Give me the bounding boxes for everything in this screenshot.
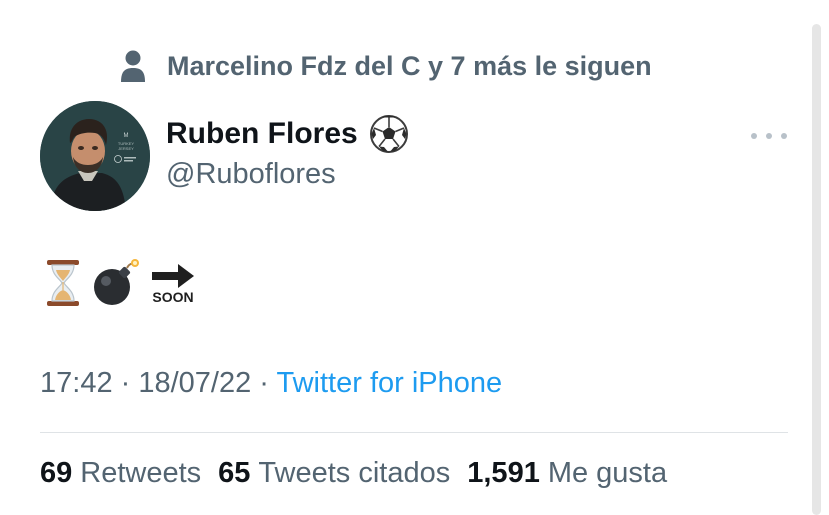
divider bbox=[40, 432, 788, 433]
author-handle[interactable]: @Ruboflores bbox=[166, 158, 336, 191]
person-icon bbox=[116, 49, 150, 83]
likes-stat[interactable]: 1,591 Me gusta bbox=[467, 457, 667, 490]
tweet-text: SOON bbox=[44, 258, 206, 312]
soon-arrow-icon: SOON bbox=[148, 260, 198, 311]
quote-tweets-stat[interactable]: 65 Tweets citados bbox=[218, 457, 450, 490]
soccer-ball-icon bbox=[369, 114, 409, 154]
tweet-date[interactable]: 18/07/22 bbox=[138, 367, 251, 399]
more-dot-icon bbox=[766, 133, 772, 139]
likes-label: Me gusta bbox=[547, 457, 668, 489]
tweet-detail-page: Marcelino Fdz del C y 7 más le siguen M … bbox=[0, 0, 829, 515]
tweet-meta: 17:42 · 18/07/22 · Twitter for iPhone bbox=[40, 367, 502, 400]
tweet-stats: 69 Retweets 65 Tweets citados 1,591 Me g… bbox=[40, 457, 684, 490]
svg-text:JERSEY: JERSEY bbox=[118, 146, 134, 151]
retweets-count: 69 bbox=[40, 457, 73, 489]
more-dot-icon bbox=[751, 133, 757, 139]
meta-separator: · bbox=[251, 367, 277, 399]
bomb-icon bbox=[90, 258, 140, 313]
meta-separator: · bbox=[112, 367, 139, 399]
svg-text:SOON: SOON bbox=[152, 289, 193, 305]
hourglass-icon bbox=[44, 258, 82, 313]
more-options-button[interactable] bbox=[751, 126, 787, 146]
quote-tweets-label: Tweets citados bbox=[258, 457, 451, 489]
author-name-row[interactable]: Ruben Flores bbox=[166, 114, 409, 154]
quote-tweets-count: 65 bbox=[218, 457, 251, 489]
more-dot-icon bbox=[781, 133, 787, 139]
social-context[interactable]: Marcelino Fdz del C y 7 más le siguen bbox=[116, 46, 652, 86]
social-context-text: Marcelino Fdz del C y 7 más le siguen bbox=[167, 50, 652, 81]
tweet-source-link[interactable]: Twitter for iPhone bbox=[277, 367, 503, 399]
likes-count: 1,591 bbox=[467, 457, 540, 489]
svg-text:M: M bbox=[124, 133, 129, 139]
retweets-label: Retweets bbox=[80, 457, 202, 489]
tweet-time[interactable]: 17:42 bbox=[40, 367, 113, 399]
author-display-name[interactable]: Ruben Flores bbox=[166, 117, 358, 151]
retweets-stat[interactable]: 69 Retweets bbox=[40, 457, 201, 490]
scrollbar[interactable] bbox=[812, 24, 821, 515]
avatar[interactable]: M TURKEY JERSEY bbox=[40, 101, 150, 211]
